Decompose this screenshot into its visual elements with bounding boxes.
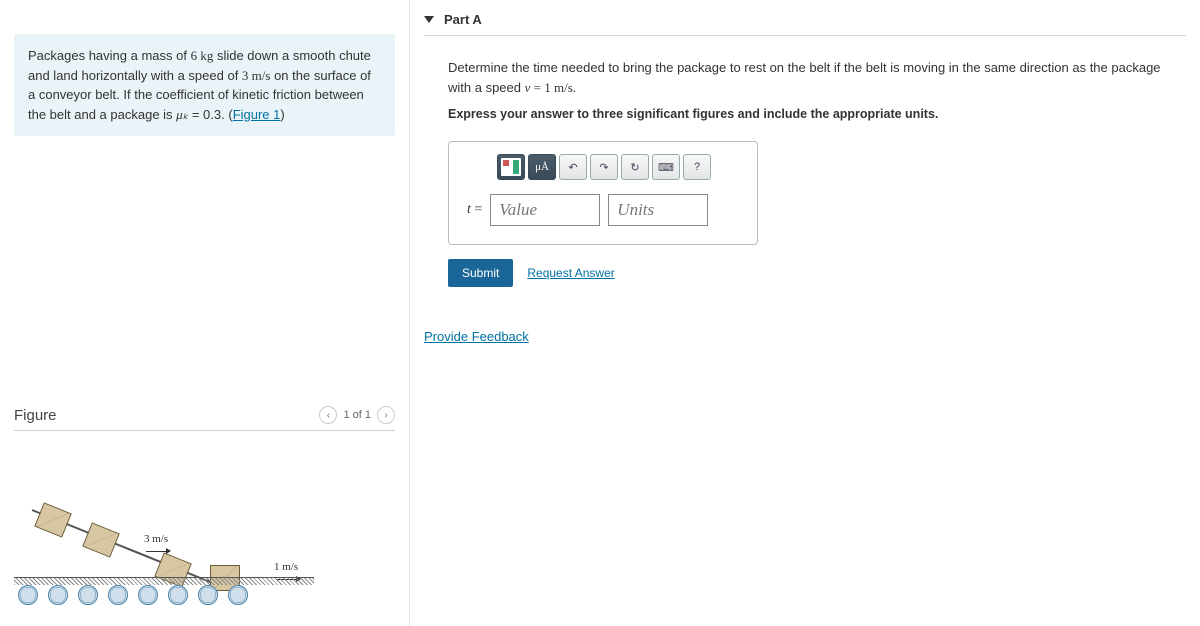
part-body: Determine the time needed to bring the p… xyxy=(424,35,1186,344)
text: Packages having a mass of xyxy=(28,48,191,63)
submit-button[interactable]: Submit xyxy=(448,259,513,287)
undo-button[interactable]: ↶ xyxy=(559,154,587,180)
help-button[interactable]: ? xyxy=(683,154,711,180)
belt-speed-label: 1 m/s xyxy=(274,561,298,573)
mu-value: = 0.3. ( xyxy=(188,107,232,122)
figure-link[interactable]: Figure 1 xyxy=(233,107,281,122)
part-header[interactable]: Part A xyxy=(424,8,1186,35)
speed-value: 3 m/s xyxy=(242,68,271,83)
redo-button[interactable]: ↷ xyxy=(590,154,618,180)
request-answer-link[interactable]: Request Answer xyxy=(527,266,614,280)
mass-value: 6 kg xyxy=(191,48,214,63)
text: ) xyxy=(280,107,284,122)
problem-statement: Packages having a mass of 6 kg slide dow… xyxy=(14,34,395,136)
equation-toolbar: μÅ ↶ ↷ ↻ ⌨ ? xyxy=(497,154,739,180)
figure-title: Figure xyxy=(14,407,57,424)
figure-image: 3 m/s 1 m/s xyxy=(14,501,395,621)
arrow-icon xyxy=(146,551,170,553)
figure-next-button[interactable]: › xyxy=(377,406,395,424)
figure-section: Figure ‹ 1 of 1 › 3 m/s xyxy=(14,406,395,621)
units-input[interactable] xyxy=(608,194,708,226)
instruction-text: Express your answer to three significant… xyxy=(448,107,1186,121)
templates-button[interactable] xyxy=(497,154,525,180)
chute-speed-label: 3 m/s xyxy=(144,533,168,545)
figure-prev-button[interactable]: ‹ xyxy=(319,406,337,424)
prompt-text: Determine the time needed to bring the p… xyxy=(448,58,1186,97)
provide-feedback-link[interactable]: Provide Feedback xyxy=(424,329,1186,344)
part-title: Part A xyxy=(444,12,482,27)
value-input[interactable] xyxy=(490,194,600,226)
figure-counter: 1 of 1 xyxy=(343,409,371,421)
collapse-icon xyxy=(424,16,434,23)
figure-nav: ‹ 1 of 1 › xyxy=(319,406,395,424)
symbols-button[interactable]: μÅ xyxy=(528,154,556,180)
mu-symbol: μₖ xyxy=(176,107,188,122)
value: = 1 m/s. xyxy=(530,80,576,95)
keyboard-button[interactable]: ⌨ xyxy=(652,154,680,180)
reset-button[interactable]: ↻ xyxy=(621,154,649,180)
answer-area: μÅ ↶ ↷ ↻ ⌨ ? t = xyxy=(448,141,758,245)
equals-sign: = xyxy=(471,202,482,217)
